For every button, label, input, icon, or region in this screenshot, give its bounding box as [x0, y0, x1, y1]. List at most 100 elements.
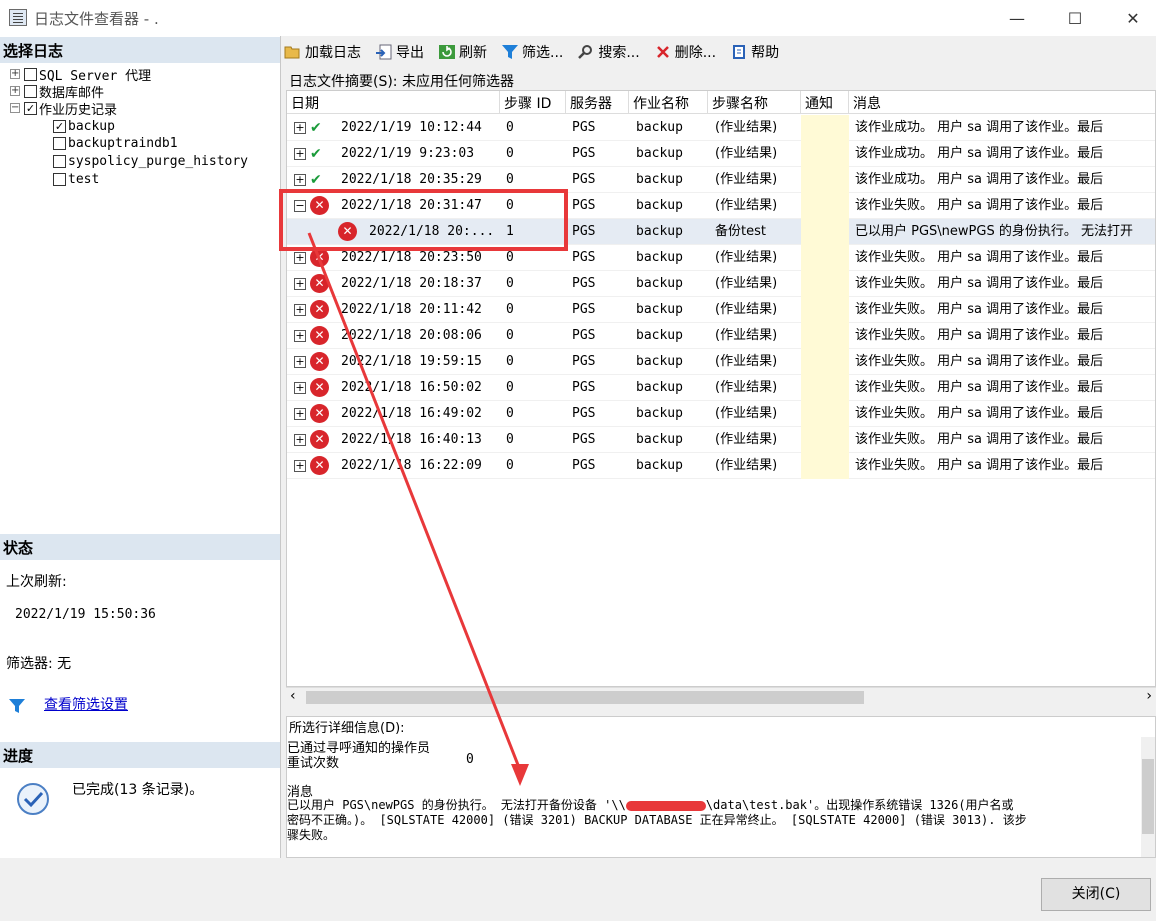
log-row[interactable]: + ✕ 2022/1/18 16:22:09 0 PGS backup (作业结果) 该作业失… — [287, 453, 1155, 479]
close-window-button[interactable]: ✕ — [1104, 0, 1156, 36]
cell-date: 2022/1/18 19:59:15 — [341, 354, 482, 369]
expand-row-icon[interactable]: + — [294, 382, 306, 394]
filter-button[interactable]: 筛选... — [501, 42, 563, 62]
tree-item-backuptraindb1[interactable]: backuptraindb1 — [53, 134, 178, 152]
checkbox[interactable] — [24, 84, 37, 98]
column-header-step-name[interactable]: 步骤名称 — [708, 91, 801, 114]
checkbox-checked[interactable]: ✓ — [53, 119, 66, 133]
export-icon — [376, 44, 392, 60]
tree-item-test[interactable]: test — [53, 170, 99, 188]
tree-item-job-history[interactable]: − ✓ 作业历史记录 — [10, 99, 117, 118]
cell-step-id: 0 — [506, 380, 514, 395]
column-header-job-name[interactable]: 作业名称 — [629, 91, 708, 114]
tree-item-syspolicy-purge-history[interactable]: syspolicy_purge_history — [53, 152, 248, 170]
column-header-notify[interactable]: 通知 — [801, 91, 849, 114]
scroll-right-icon[interactable]: › — [1146, 688, 1152, 704]
expand-row-icon[interactable]: + — [294, 122, 306, 134]
cell-step-id: 0 — [506, 276, 514, 291]
horizontal-scrollbar[interactable]: ‹ › — [286, 687, 1156, 706]
expand-row-icon[interactable]: + — [294, 356, 306, 368]
error-icon: ✕ — [310, 430, 329, 449]
log-row[interactable]: + ✕ 2022/1/18 16:49:02 0 PGS backup (作业结果) 该作业失… — [287, 401, 1155, 427]
expand-icon[interactable]: + — [10, 86, 20, 96]
expand-row-icon[interactable]: + — [294, 408, 306, 420]
checkbox[interactable] — [53, 172, 66, 186]
cell-server: PGS — [572, 172, 596, 187]
cell-step-name: (作业结果) — [715, 432, 778, 447]
log-row[interactable]: + ✕ 2022/1/18 19:59:15 0 PGS backup (作业结果) 该作业失… — [287, 349, 1155, 375]
collapse-icon[interactable]: − — [10, 103, 20, 113]
expand-row-icon[interactable]: + — [294, 304, 306, 316]
cell-message: 该作业失败。 用户 sa 调用了该作业。最后 — [855, 302, 1104, 317]
log-row[interactable]: + ✔ 2022/1/19 10:12:44 0 PGS backup (作业结果) 该作业成… — [287, 115, 1155, 141]
expand-row-icon[interactable]: + — [294, 330, 306, 342]
cell-job-name: backup — [636, 354, 683, 369]
log-row[interactable]: + ✕ 2022/1/18 16:40:13 0 PGS backup (作业结果) 该作业失… — [287, 427, 1155, 453]
column-header-message[interactable]: 消息 — [849, 91, 1155, 114]
maximize-button[interactable]: ☐ — [1046, 0, 1104, 36]
expand-row-icon[interactable]: + — [294, 252, 306, 264]
load-log-button[interactable]: 加载日志 — [284, 42, 361, 62]
refresh-button[interactable]: 刷新 — [438, 42, 487, 62]
details-vertical-scrollbar[interactable] — [1141, 737, 1155, 857]
export-button[interactable]: 导出 — [375, 42, 424, 62]
refresh-icon — [439, 45, 455, 59]
log-row[interactable]: + ✕ 2022/1/18 20:18:37 0 PGS backup (作业结果) 该作业失… — [287, 271, 1155, 297]
search-button[interactable]: 搜索... — [577, 42, 640, 62]
cell-message: 该作业失败。 用户 sa 调用了该作业。最后 — [855, 380, 1104, 395]
notify-cell — [801, 427, 849, 453]
help-button[interactable]: 帮助 — [730, 42, 779, 62]
cell-step-name: 备份test — [715, 224, 766, 239]
log-row[interactable]: + ✕ 2022/1/18 16:50:02 0 PGS backup (作业结果) 该作业失… — [287, 375, 1155, 401]
checkbox[interactable] — [24, 67, 37, 81]
notify-cell — [801, 271, 849, 297]
notify-cell — [801, 141, 849, 167]
column-header-date[interactable]: 日期 — [287, 91, 500, 114]
cell-step-name: (作业结果) — [715, 172, 778, 187]
cell-date: 2022/1/18 16:50:02 — [341, 380, 482, 395]
expand-row-icon[interactable]: + — [294, 434, 306, 446]
open-folder-icon — [284, 46, 300, 59]
expand-row-icon[interactable]: + — [294, 148, 306, 160]
cell-step-name: (作业结果) — [715, 406, 778, 421]
cell-job-name: backup — [636, 198, 683, 213]
cell-step-id: 0 — [506, 146, 514, 161]
log-row[interactable]: + ✔ 2022/1/19 9:23:03 0 PGS backup (作业结果) 该作业成功… — [287, 141, 1155, 167]
annotation-highlight-box — [279, 189, 568, 251]
expand-row-icon[interactable]: + — [294, 174, 306, 186]
checkbox[interactable] — [53, 154, 66, 168]
minimize-button[interactable]: — — [988, 0, 1046, 36]
expand-icon[interactable]: + — [10, 69, 20, 79]
cell-job-name: backup — [636, 276, 683, 291]
checkbox-checked[interactable]: ✓ — [24, 101, 37, 115]
export-label: 导出 — [396, 45, 424, 61]
toolbar: 加载日志 导出 刷新 筛选... 搜索... 删除... 帮助 — [284, 38, 1156, 66]
cell-server: PGS — [572, 146, 596, 161]
scrollbar-thumb[interactable] — [306, 691, 864, 704]
tree-item-backup[interactable]: ✓ backup — [53, 117, 115, 135]
tree-item-sql-server-agent[interactable]: + SQL Server 代理 — [10, 65, 151, 84]
cell-step-id: 0 — [506, 328, 514, 343]
notify-cell — [801, 219, 849, 245]
view-filter-settings-link[interactable]: 查看筛选设置 — [44, 694, 128, 714]
cell-server: PGS — [572, 406, 596, 421]
column-header-step-id[interactable]: 步骤 ID — [500, 91, 566, 114]
scroll-left-icon[interactable]: ‹ — [290, 688, 296, 704]
cell-job-name: backup — [636, 146, 683, 161]
delete-button[interactable]: 删除... — [654, 42, 716, 62]
checkbox[interactable] — [53, 136, 66, 150]
notify-cell — [801, 245, 849, 271]
expand-row-icon[interactable]: + — [294, 278, 306, 290]
status-header: 状态 — [0, 534, 280, 560]
cell-step-name: (作业结果) — [715, 120, 778, 135]
search-label: 搜索... — [598, 45, 640, 61]
log-row[interactable]: + ✕ 2022/1/18 20:08:06 0 PGS backup (作业结果) 该作业失… — [287, 323, 1155, 349]
details-message-line2: 密码不正确。)。 [SQLSTATE 42000] (错误 3201) BACK… — [287, 813, 1027, 827]
tree-item-database-mail[interactable]: + 数据库邮件 — [10, 82, 104, 101]
close-button[interactable]: 关闭(C) — [1041, 878, 1151, 911]
log-row[interactable]: + ✕ 2022/1/18 20:11:42 0 PGS backup (作业结果) 该作业失… — [287, 297, 1155, 323]
cell-date: 2022/1/18 16:49:02 — [341, 406, 482, 421]
expand-row-icon[interactable]: + — [294, 460, 306, 472]
scrollbar-thumb[interactable] — [1142, 759, 1154, 834]
column-header-server[interactable]: 服务器 — [566, 91, 629, 114]
